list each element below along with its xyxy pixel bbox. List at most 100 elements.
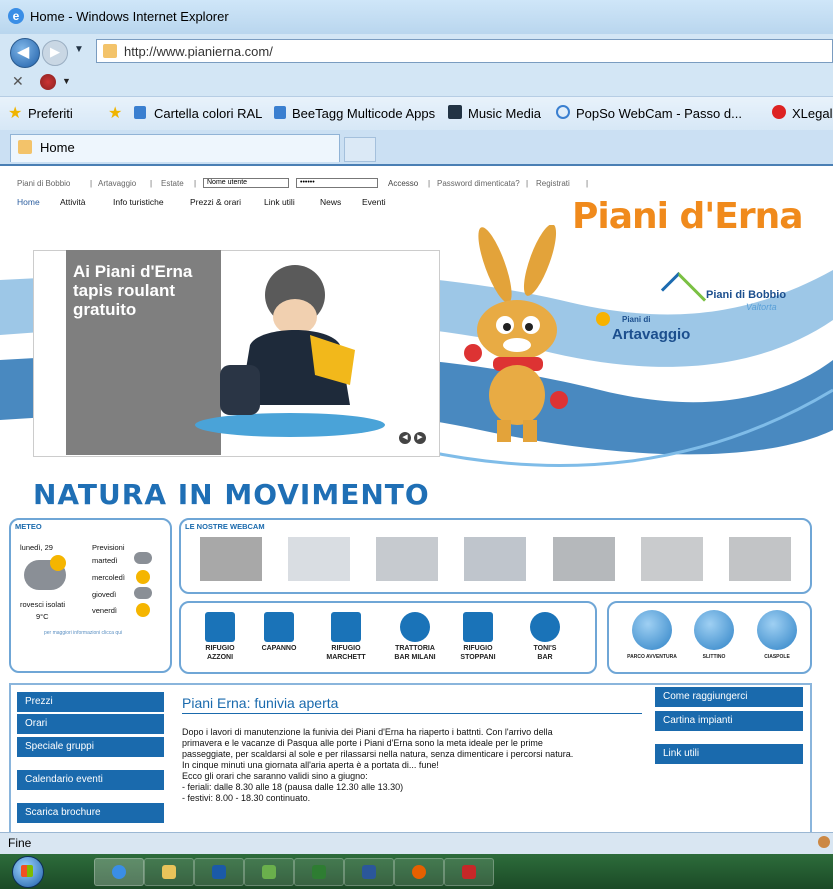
slogan: NATURA IN MOVIMENTO [33,478,430,511]
rifugio-house-icon[interactable] [205,612,235,642]
webcam-thumbnail[interactable] [641,537,703,581]
folder-icon [162,865,176,879]
sidebar-orari[interactable]: Orari [17,714,164,734]
webcam-thumbnail[interactable] [288,537,350,581]
ie-icon [112,865,126,879]
link-artavaggio[interactable]: Artavaggio [98,179,136,188]
sidebar-speciale-gruppi[interactable]: Speciale gruppi [17,737,164,757]
parco-avventura-icon[interactable] [632,610,672,650]
ciaspole-label[interactable]: CIASPOLE [747,654,807,660]
news-line: - feriali: dalle 8.30 alle 18 (pausa dal… [182,782,404,792]
favorite-link-beetagg[interactable]: BeeTagg Multicode Apps [292,106,435,121]
username-input[interactable] [203,178,289,188]
menu-info-turistiche[interactable]: Info turistiche [113,197,164,207]
ie-logo-icon: e [8,8,24,24]
rifugio-marchett-label[interactable]: RIFUGIO [316,645,376,652]
sidebar-calendario-eventi[interactable]: Calendario eventi [17,770,164,790]
taskbar-word-button[interactable] [344,858,394,886]
menu-home[interactable]: Home [17,197,40,207]
register-link[interactable]: Registrati [536,179,570,188]
taskbar-media-button[interactable] [194,858,244,886]
password-input[interactable] [296,178,378,188]
ciaspole-icon[interactable] [757,610,797,650]
favorite-link-popso[interactable]: PopSo WebCam - Passo d... [576,106,742,121]
xlegal-icon [772,105,786,119]
sidebar-prezzi[interactable]: Prezzi [17,692,164,712]
rifugio-marchett-house-icon[interactable] [331,612,361,642]
back-button[interactable]: ◀ [10,38,40,68]
rightbar-cartina-impianti[interactable]: Cartina impianti [655,711,803,731]
tonis-bar-label-2[interactable]: BAR [515,654,575,661]
favorites-star-icon[interactable]: ★ [8,103,22,123]
taskbar-excel-button[interactable] [294,858,344,886]
add-favorite-icon[interactable]: ★ [108,103,122,123]
address-url[interactable]: http://www.pianierna.com/ [124,44,273,59]
trattoria-plate-icon[interactable] [400,612,430,642]
tonis-bar-label[interactable]: TONI'S [515,645,575,652]
taskbar-explorer-button[interactable] [144,858,194,886]
forward-button[interactable]: ▶ [42,40,68,66]
webcam-thumbnail[interactable] [553,537,615,581]
forecast-cloud-icon [134,552,152,564]
trattoria-label-2[interactable]: BAR MILANI [385,654,445,661]
taskbar-firefox-button[interactable] [394,858,444,886]
webcam-thumbnail[interactable] [376,537,438,581]
status-bar [0,832,833,855]
tools-icon[interactable] [40,74,56,90]
favorite-link-music-media[interactable]: Music Media [468,106,541,121]
tonis-bar-plate-icon[interactable] [530,612,560,642]
divider: | [90,179,93,188]
history-dropdown-icon[interactable]: ▼ [74,44,84,55]
capanno-label[interactable]: CAPANNO [249,645,309,652]
divider: | [428,179,431,188]
webcam-thumbnail[interactable] [200,537,262,581]
rifugio-azzoni-label-2[interactable]: AZZONI [190,654,250,661]
tools-dropdown-icon[interactable]: ▼ [62,76,71,86]
banner-next-arrow-icon[interactable]: ▶ [414,432,426,444]
menu-prezzi-orari[interactable]: Prezzi & orari [190,197,241,207]
menu-eventi[interactable]: Eventi [362,197,386,207]
favorites-button[interactable]: Preferiti [28,106,73,121]
new-tab-button[interactable] [344,137,376,162]
rifugio-marchett-label-2[interactable]: MARCHETT [316,654,376,661]
link-estate[interactable]: Estate [161,179,184,188]
webcam-thumbnail[interactable] [464,537,526,581]
news-title[interactable]: Piani Erna: funivia aperta [182,695,338,711]
favorite-link-xlegal[interactable]: XLegalmai [792,106,833,121]
login-button[interactable]: Accesso [388,179,418,188]
menu-attivita[interactable]: Attività [60,197,86,207]
sidebar-scarica-brochure[interactable]: Scarica brochure [17,803,164,823]
logo-artavaggio-text[interactable]: Artavaggio [612,326,690,343]
webcam-thumbnail[interactable] [729,537,791,581]
logo-bobbio-text[interactable]: Piani di Bobbio [706,289,786,301]
rifugio-stoppani-house-icon[interactable] [463,612,493,642]
capanno-house-icon[interactable] [264,612,294,642]
forecast-sun-cloud-icon [136,570,150,584]
slittino-label[interactable]: SLITTINO [684,654,744,660]
favorite-link-ral[interactable]: Cartella colori RAL [154,106,262,121]
link-piani-bobbio[interactable]: Piani di Bobbio [17,179,70,188]
taskbar-app-button[interactable] [244,858,294,886]
news-line: primavera e le vacanze di Pasqua alle po… [182,738,543,748]
tab-title: Home [40,140,75,155]
taskbar-pdf-button[interactable] [444,858,494,886]
pdf-icon [462,865,476,879]
trattoria-label[interactable]: TRATTORIA [385,645,445,652]
rifugio-stoppani-label-2[interactable]: STOPPANI [448,654,508,661]
rifugio-azzoni-label[interactable]: RIFUGIO [190,645,250,652]
menu-news[interactable]: News [320,197,341,207]
banner-prev-arrow-icon[interactable]: ◀ [399,432,411,444]
menu-link-utili[interactable]: Link utili [264,197,295,207]
slittino-icon[interactable] [694,610,734,650]
rightbar-come-raggiungerci[interactable]: Come raggiungerci [655,687,803,707]
rifugio-stoppani-label[interactable]: RIFUGIO [448,645,508,652]
window-title: Home - Windows Internet Explorer [30,9,229,24]
stop-icon[interactable]: ✕ [12,73,24,90]
rightbar-link-utili[interactable]: Link utili [655,744,803,764]
forecast-day-4: venerdì [92,606,118,615]
parco-avventura-label[interactable]: PARCO AVVENTURA [612,654,692,660]
forgot-password-link[interactable]: Password dimenticata? [437,179,520,188]
firefox-icon [412,865,426,879]
taskbar-ie-button[interactable] [94,858,144,886]
meteo-more-link[interactable]: per maggiori informazioni clicca qui [44,630,122,636]
